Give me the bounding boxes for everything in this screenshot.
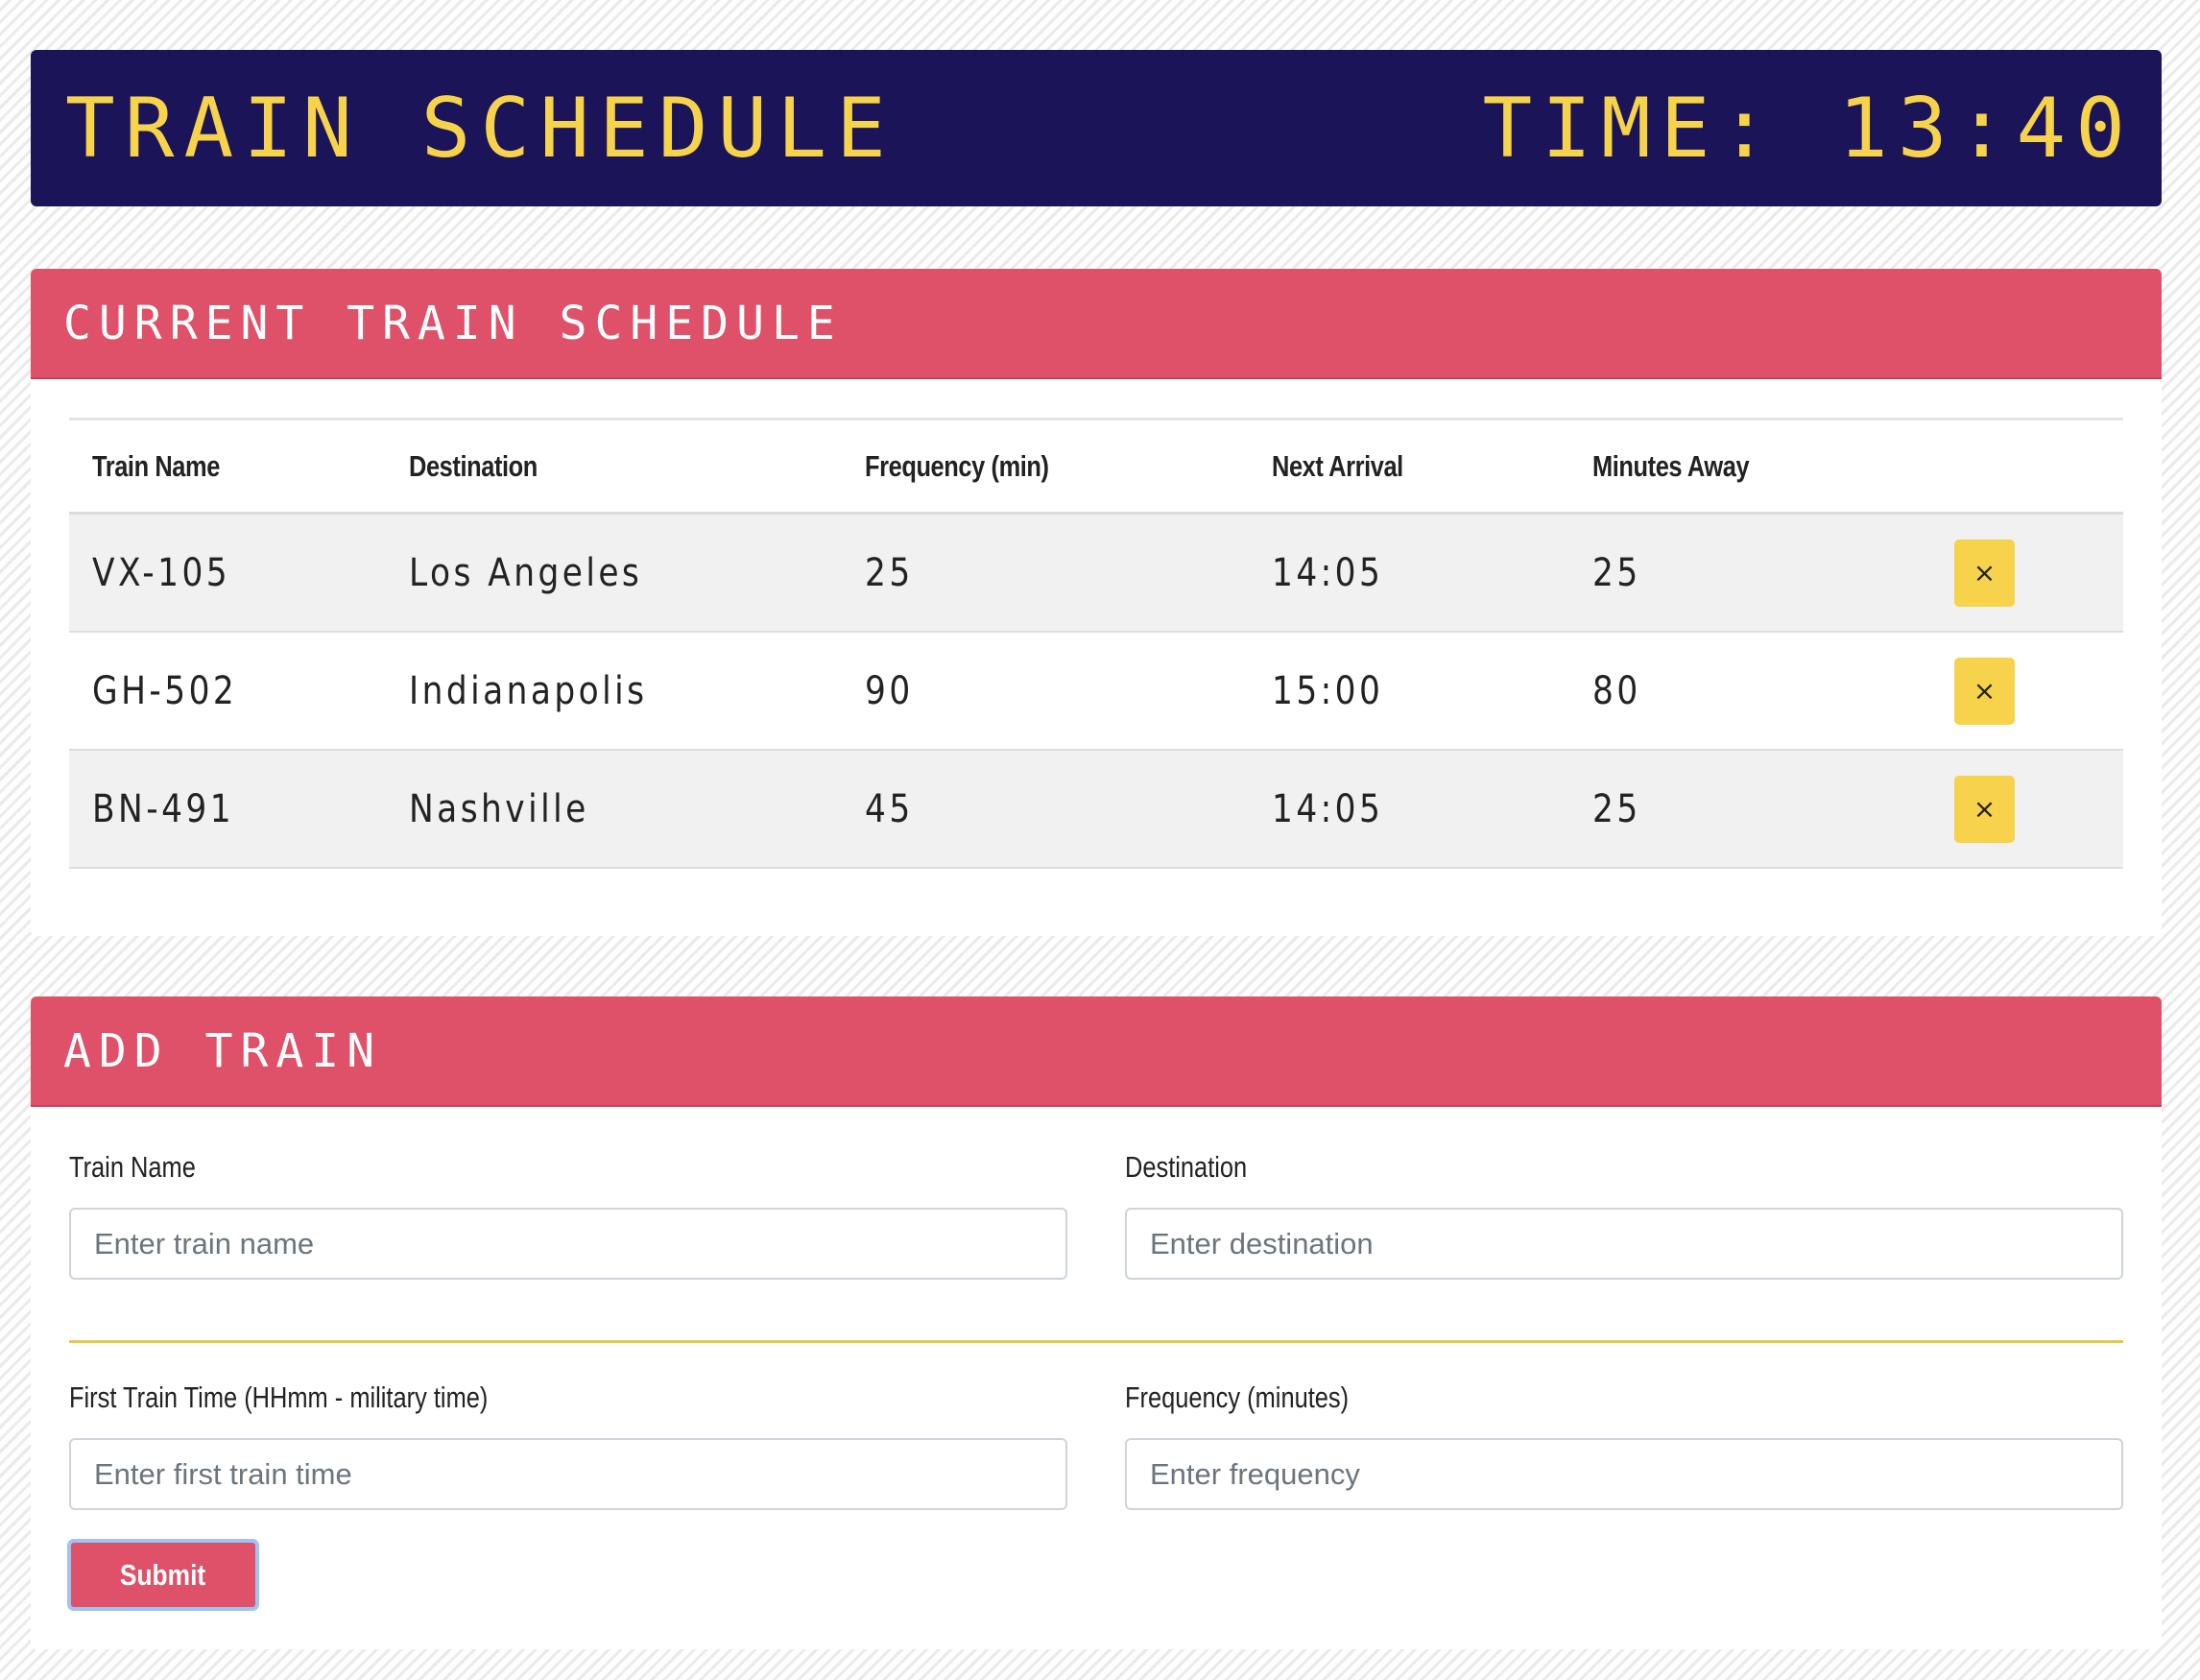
cell-frequency: 25 bbox=[842, 513, 1249, 633]
cell-actions: × bbox=[1931, 750, 2123, 869]
column-header-frequency[interactable]: Frequency (min) bbox=[842, 418, 1249, 515]
first-train-time-label: First Train Time (HHmm - military time) bbox=[69, 1380, 489, 1414]
clock-label: Time: bbox=[1482, 80, 1780, 177]
cell-minutes-away: 80 bbox=[1569, 632, 1931, 751]
delete-train-button[interactable]: × bbox=[1954, 775, 2015, 843]
table-header-row: Train Name Destination Frequency (min) N… bbox=[69, 418, 2123, 515]
cell-destination: Los Angeles bbox=[386, 513, 842, 633]
cell-frequency: 90 bbox=[842, 632, 1249, 751]
cell-next-arrival: 14:05 bbox=[1249, 513, 1569, 633]
column-header-destination[interactable]: Destination bbox=[386, 418, 842, 515]
cell-actions: × bbox=[1931, 632, 2123, 751]
cell-train-name: GH-502 bbox=[69, 632, 386, 751]
cell-next-arrival: 15:00 bbox=[1249, 632, 1569, 751]
column-header-next-arrival[interactable]: Next Arrival bbox=[1249, 418, 1569, 515]
frequency-label: Frequency (minutes) bbox=[1125, 1380, 1350, 1414]
train-name-label: Train Name bbox=[69, 1150, 196, 1184]
table-row: GH-502 Indianapolis 90 15:00 80 × bbox=[69, 632, 2123, 751]
column-header-train-name[interactable]: Train Name bbox=[69, 418, 386, 515]
clock: Time: 13:40 bbox=[1482, 87, 2135, 170]
schedule-panel-header: Current Train Schedule bbox=[31, 269, 2162, 379]
delete-train-button[interactable]: × bbox=[1954, 539, 2015, 607]
cell-train-name: BN-491 bbox=[69, 750, 386, 869]
schedule-panel: Current Train Schedule Train Name Destin… bbox=[31, 269, 2162, 936]
close-icon: × bbox=[1973, 557, 1997, 588]
cell-next-arrival: 14:05 bbox=[1249, 750, 1569, 869]
column-header-actions bbox=[1931, 418, 2123, 515]
cell-destination: Nashville bbox=[386, 750, 842, 869]
form-divider bbox=[69, 1340, 2123, 1343]
cell-destination: Indianapolis bbox=[386, 632, 842, 751]
destination-label: Destination bbox=[1125, 1150, 1248, 1184]
train-name-input[interactable] bbox=[69, 1208, 1067, 1280]
page-title: Train Schedule bbox=[65, 80, 896, 177]
column-header-minutes-away[interactable]: Minutes Away bbox=[1569, 418, 1931, 515]
destination-input[interactable] bbox=[1125, 1208, 2123, 1280]
cell-frequency: 45 bbox=[842, 750, 1249, 869]
cell-train-name: VX-105 bbox=[69, 513, 386, 633]
add-train-panel-header: Add Train bbox=[31, 996, 2162, 1107]
first-train-time-input[interactable] bbox=[69, 1438, 1067, 1510]
cell-actions: × bbox=[1931, 513, 2123, 633]
close-icon: × bbox=[1973, 675, 1997, 707]
frequency-input[interactable] bbox=[1125, 1438, 2123, 1510]
schedule-table: Train Name Destination Frequency (min) N… bbox=[69, 418, 2123, 869]
clock-value: 13:40 bbox=[1838, 80, 2135, 177]
submit-button[interactable]: Submit bbox=[67, 1539, 259, 1611]
add-train-panel: Add Train Train Name Destination First T… bbox=[31, 996, 2162, 1649]
top-header: Train Schedule Time: 13:40 bbox=[31, 50, 2162, 206]
delete-train-button[interactable]: × bbox=[1954, 657, 2015, 725]
cell-minutes-away: 25 bbox=[1569, 750, 1931, 869]
schedule-title: Current Train Schedule bbox=[63, 296, 843, 350]
table-row: VX-105 Los Angeles 25 14:05 25 × bbox=[69, 513, 2123, 633]
cell-minutes-away: 25 bbox=[1569, 513, 1931, 633]
close-icon: × bbox=[1973, 793, 1997, 825]
table-row: BN-491 Nashville 45 14:05 25 × bbox=[69, 750, 2123, 869]
add-train-title: Add Train bbox=[63, 1023, 383, 1078]
